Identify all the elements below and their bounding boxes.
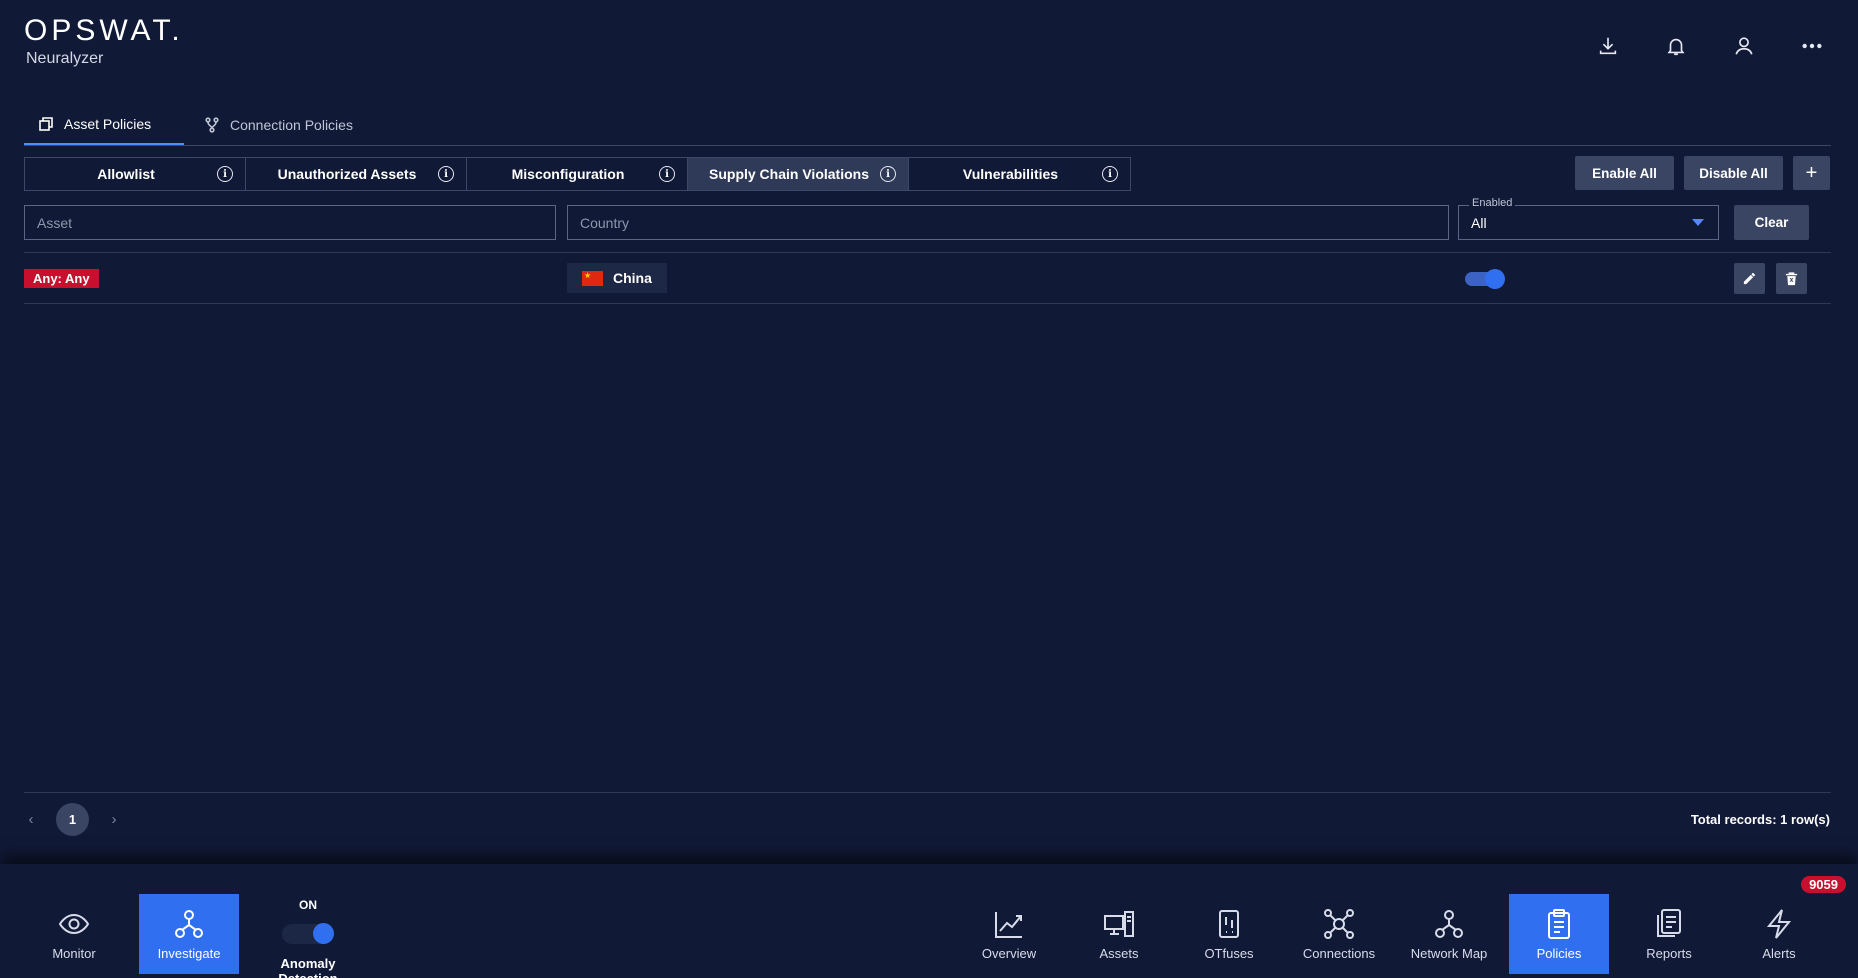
lightning-icon bbox=[1766, 908, 1792, 939]
download-icon[interactable] bbox=[1592, 30, 1624, 62]
china-flag-icon: ★ bbox=[582, 270, 603, 286]
clear-filters-button[interactable]: Clear bbox=[1734, 205, 1809, 240]
enabled-filter-value: All bbox=[1471, 214, 1487, 231]
enable-all-button[interactable]: Enable All bbox=[1575, 156, 1674, 190]
table-row: Any: Any ★ China bbox=[24, 253, 1831, 303]
enabled-toggle[interactable] bbox=[1465, 269, 1505, 289]
delete-button[interactable] bbox=[1776, 263, 1807, 294]
more-icon[interactable] bbox=[1796, 30, 1828, 62]
anomaly-label: Anomaly Detection bbox=[278, 956, 337, 978]
user-icon[interactable] bbox=[1728, 30, 1760, 62]
pagination: ‹ 1 › bbox=[24, 803, 121, 836]
segment-supply-chain-violations[interactable]: Supply Chain Violations i bbox=[688, 158, 909, 190]
tab-label: Connection Policies bbox=[230, 117, 353, 133]
tab-connection-policies[interactable]: Connection Policies bbox=[190, 105, 367, 145]
segment-allowlist[interactable]: Allowlist i bbox=[25, 158, 246, 190]
asset-icon bbox=[39, 117, 53, 131]
reports-icon bbox=[1657, 908, 1681, 937]
chevron-down-icon bbox=[1692, 219, 1704, 226]
nav-label: Assets bbox=[1099, 945, 1139, 961]
connection-icon bbox=[205, 117, 219, 133]
edit-button[interactable] bbox=[1734, 263, 1765, 294]
nav-label: Connections bbox=[1302, 945, 1376, 961]
nav-label: Alerts bbox=[1762, 945, 1796, 961]
connections-icon bbox=[1324, 908, 1354, 939]
anomaly-state: ON bbox=[299, 898, 317, 912]
info-icon[interactable]: i bbox=[659, 166, 675, 182]
prev-page-button[interactable]: ‹ bbox=[24, 811, 38, 828]
investigate-icon bbox=[175, 909, 203, 938]
bulk-actions: Enable All Disable All + bbox=[1575, 156, 1830, 190]
opswat-logo[interactable]: OPSWAT. Neuralyzer bbox=[24, 14, 184, 68]
assets-icon bbox=[1104, 910, 1134, 937]
info-icon[interactable]: i bbox=[438, 166, 454, 182]
disable-all-button[interactable]: Disable All bbox=[1684, 156, 1783, 190]
nav-label: Investigate bbox=[157, 945, 221, 961]
chart-line-icon bbox=[995, 911, 1022, 938]
logo-text: OPSWAT. bbox=[24, 14, 184, 47]
alerts-count-badge: 9059 bbox=[1801, 876, 1846, 893]
nav-investigate[interactable]: Investigate bbox=[139, 894, 239, 974]
add-policy-button[interactable]: + bbox=[1793, 156, 1830, 190]
bell-icon[interactable] bbox=[1660, 30, 1692, 62]
nav-connections[interactable]: Connections bbox=[1289, 894, 1389, 974]
segment-misconfiguration[interactable]: Misconfiguration i bbox=[467, 158, 688, 190]
nav-label: Monitor bbox=[52, 945, 96, 961]
info-icon[interactable]: i bbox=[217, 166, 233, 182]
segment-label: Vulnerabilities bbox=[962, 166, 1059, 182]
bottom-navigation: Monitor Investigate ON Anomaly Detection… bbox=[0, 864, 1858, 978]
tab-asset-policies[interactable]: Asset Policies bbox=[24, 105, 184, 145]
policy-category-segments: Allowlist i Unauthorized Assets i Miscon… bbox=[24, 157, 1131, 191]
info-icon[interactable]: i bbox=[1102, 166, 1118, 182]
network-map-icon bbox=[1435, 909, 1463, 938]
policy-type-tabs: Asset Policies Connection Policies bbox=[24, 105, 1831, 146]
enabled-filter-label: Enabled bbox=[1469, 197, 1516, 209]
segment-label: Supply Chain Violations bbox=[709, 166, 869, 182]
nav-label: Reports bbox=[1646, 945, 1692, 961]
nav-overview[interactable]: Overview bbox=[959, 894, 1059, 974]
segment-label: Allowlist bbox=[97, 166, 155, 182]
pencil-icon bbox=[1743, 272, 1756, 285]
toggle-knob bbox=[1485, 269, 1505, 289]
segment-vulnerabilities[interactable]: Vulnerabilities i bbox=[909, 158, 1130, 190]
nav-assets[interactable]: Assets bbox=[1069, 894, 1169, 974]
clipboard-icon bbox=[1548, 908, 1570, 939]
asset-filter-input[interactable]: Asset bbox=[24, 205, 556, 240]
tab-label: Asset Policies bbox=[64, 116, 152, 132]
segment-label: Unauthorized Assets bbox=[277, 166, 417, 182]
nav-network-map[interactable]: Network Map bbox=[1399, 894, 1499, 974]
nav-label: Overview bbox=[981, 945, 1037, 961]
pagination-divider bbox=[24, 792, 1831, 793]
segment-unauthorized-assets[interactable]: Unauthorized Assets i bbox=[246, 158, 467, 190]
page-number-button[interactable]: 1 bbox=[56, 803, 89, 836]
next-page-button[interactable]: › bbox=[107, 811, 121, 828]
nav-label: Policies bbox=[1536, 945, 1582, 961]
nav-reports[interactable]: Reports bbox=[1619, 894, 1719, 974]
country-name: China bbox=[613, 270, 652, 286]
toggle-knob bbox=[313, 923, 334, 944]
trash-icon bbox=[1785, 272, 1798, 286]
enabled-filter-select[interactable]: Enabled All bbox=[1458, 197, 1719, 240]
anomaly-detection-toggle[interactable] bbox=[282, 922, 334, 944]
nav-policies[interactable]: Policies bbox=[1509, 894, 1609, 974]
country-chip: ★ China bbox=[567, 263, 667, 293]
header-actions bbox=[1592, 30, 1828, 62]
total-records: Total records: 1 row(s) bbox=[1690, 812, 1830, 827]
anomaly-detection: ON Anomaly Detection bbox=[250, 898, 366, 978]
nav-otfuses[interactable]: OTfuses bbox=[1179, 894, 1279, 974]
eye-icon bbox=[58, 913, 90, 934]
nav-label: Network Map bbox=[1410, 945, 1488, 961]
segment-label: Misconfiguration bbox=[511, 166, 625, 182]
nav-alerts[interactable]: Alerts bbox=[1729, 894, 1829, 974]
info-icon[interactable]: i bbox=[880, 166, 896, 182]
nav-label: OTfuses bbox=[1204, 945, 1254, 961]
product-name: Neuralyzer bbox=[26, 50, 104, 67]
table-divider bbox=[24, 303, 1831, 304]
nav-monitor[interactable]: Monitor bbox=[24, 894, 124, 974]
country-filter-input[interactable]: Country bbox=[567, 205, 1449, 240]
otfuse-icon bbox=[1219, 909, 1239, 938]
asset-badge: Any: Any bbox=[24, 269, 99, 288]
